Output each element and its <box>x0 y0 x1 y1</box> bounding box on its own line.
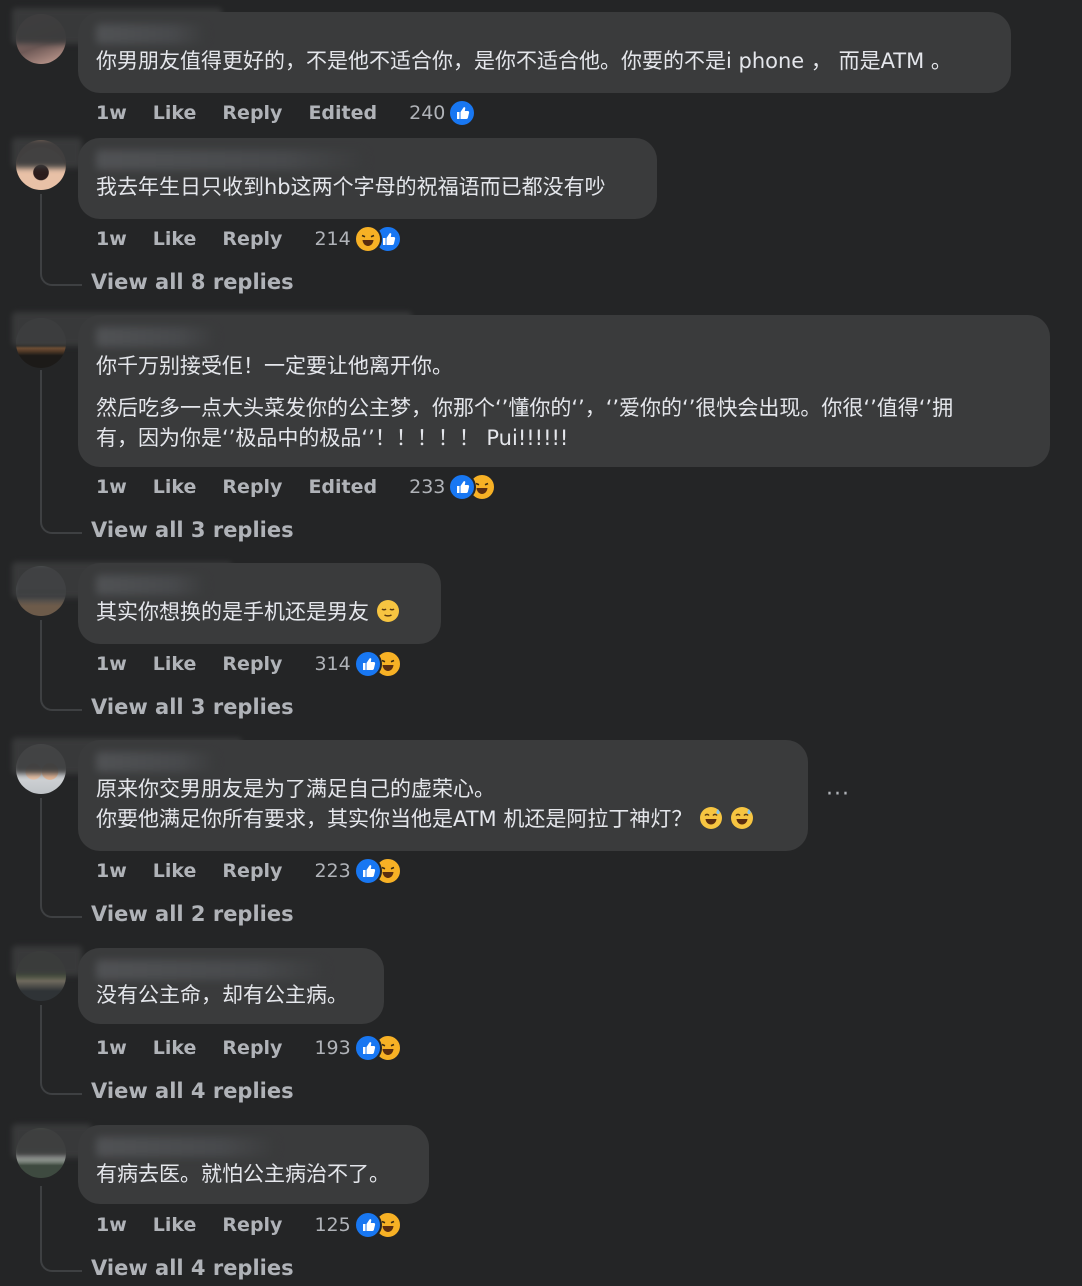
relieved-face-emoji-icon <box>376 599 400 623</box>
view-replies-link[interactable]: View all 3 replies <box>91 695 294 719</box>
view-replies-link[interactable]: View all 3 replies <box>91 518 294 542</box>
reaction-count[interactable]: 233 <box>409 476 445 498</box>
comment-bubble: 其实你想换的是手机还是男友 <box>78 563 441 644</box>
comment-text: 没有公主命，却有公主病。 <box>96 983 348 1007</box>
sweat-smile-emoji-icon <box>730 806 754 830</box>
comment-text-line-1: 你千万别接受佢！一定要让他离开你。 <box>96 354 453 378</box>
like-reaction-icon[interactable] <box>353 857 382 885</box>
comment-text-body: 你要他满足你所有要求，其实你当他是ATM 机还是阿拉丁神灯？ <box>96 807 693 831</box>
author-name-blurred[interactable] <box>96 327 216 347</box>
comment-text-line-1: 原来你交男朋友是为了满足自己的虚荣心。 <box>96 777 495 801</box>
reply-link[interactable]: Reply <box>222 476 282 498</box>
thread-connector <box>40 620 82 711</box>
haha-reaction-icon[interactable] <box>353 225 382 253</box>
thread-connector <box>40 194 82 286</box>
like-link[interactable]: Like <box>153 1037 197 1059</box>
like-link[interactable]: Like <box>153 860 197 882</box>
comment-bubble: 没有公主命，却有公主病。 <box>78 948 384 1024</box>
comment-text: 你男朋友值得更好的，不是他不适合你，是你不适合他。你要的不是i phone ， … <box>96 49 952 73</box>
comment-bubble: 你男朋友值得更好的，不是他不适合你，是你不适合他。你要的不是i phone ， … <box>78 12 1011 93</box>
author-name-blurred[interactable] <box>96 24 206 44</box>
view-replies-link[interactable]: View all 8 replies <box>91 270 294 294</box>
author-name-blurred[interactable] <box>96 1137 276 1157</box>
comment-text-line-2: 然后吃多一点大头菜发你的公主梦，你那个‘’懂你的‘’，‘’爱你的‘’很快会出现。… <box>96 396 954 420</box>
comment-bubble: 原来你交男朋友是为了满足自己的虚荣心。 你要他满足你所有要求，其实你当他是ATM… <box>78 740 808 851</box>
blurred-name-overlay <box>12 946 82 976</box>
comment-text: 其实你想换的是手机还是男友 <box>96 597 423 627</box>
timestamp[interactable]: 1w <box>96 476 127 498</box>
edited-label[interactable]: Edited <box>308 476 377 498</box>
timestamp[interactable]: 1w <box>96 102 127 124</box>
comment-actions: 1w Like Reply 314 <box>96 650 402 678</box>
reaction-count[interactable]: 193 <box>314 1037 350 1059</box>
like-link[interactable]: Like <box>153 228 197 250</box>
reaction-count[interactable]: 223 <box>314 860 350 882</box>
comment-actions: 1w Like Reply 193 <box>96 1034 402 1062</box>
timestamp[interactable]: 1w <box>96 1214 127 1236</box>
comment-text-body: 其实你想换的是手机还是男友 <box>96 600 369 624</box>
view-replies-link[interactable]: View all 4 replies <box>91 1079 294 1103</box>
timestamp[interactable]: 1w <box>96 228 127 250</box>
author-name-blurred[interactable] <box>96 960 326 980</box>
comment-actions: 1w Like Reply Edited 240 <box>96 99 477 127</box>
comment-text: 我去年生日只收到hb这两个字母的祝福语而已都没有吵 <box>96 175 606 199</box>
like-reaction-icon[interactable] <box>448 473 477 501</box>
comment-actions: 1w Like Reply Edited 233 <box>96 473 497 501</box>
thread-connector <box>40 1186 82 1272</box>
like-link[interactable]: Like <box>153 102 197 124</box>
comment-bubble: 你千万别接受佢！一定要让他离开你。 然后吃多一点大头菜发你的公主梦，你那个‘’懂… <box>78 315 1050 467</box>
author-name-blurred[interactable] <box>96 575 206 595</box>
comment-text-line-2: 你要他满足你所有要求，其实你当他是ATM 机还是阿拉丁神灯？ <box>96 804 790 834</box>
thread-connector <box>40 370 82 534</box>
reply-link[interactable]: Reply <box>222 860 282 882</box>
reaction-count[interactable]: 314 <box>314 653 350 675</box>
timestamp[interactable]: 1w <box>96 1037 127 1059</box>
like-reaction-icon[interactable] <box>353 1034 382 1062</box>
author-name-blurred[interactable] <box>96 752 216 772</box>
reaction-count[interactable]: 240 <box>409 102 445 124</box>
edited-label[interactable]: Edited <box>308 102 377 124</box>
view-replies-link[interactable]: View all 4 replies <box>91 1256 294 1280</box>
blurred-name-overlay <box>12 138 82 168</box>
like-link[interactable]: Like <box>153 476 197 498</box>
reaction-count[interactable]: 125 <box>314 1214 350 1236</box>
sweat-smile-emoji-icon <box>699 806 723 830</box>
comment-actions: 1w Like Reply 125 <box>96 1211 402 1239</box>
reaction-count[interactable]: 214 <box>314 228 350 250</box>
comment-bubble: 有病去医。就怕公主病治不了。 <box>78 1125 429 1204</box>
more-options-icon[interactable]: ··· <box>826 782 850 807</box>
author-name-blurred[interactable] <box>96 150 366 170</box>
timestamp[interactable]: 1w <box>96 860 127 882</box>
comment-actions: 1w Like Reply 214 <box>96 225 402 253</box>
thread-connector <box>40 798 82 918</box>
comment-actions: 1w Like Reply 223 <box>96 857 402 885</box>
reply-link[interactable]: Reply <box>222 102 282 124</box>
comment-text-line-3: 有，因为你是‘’极品中的极品‘’！！！！！ Pui!!!!!! <box>96 426 569 450</box>
comment-text: 有病去医。就怕公主病治不了。 <box>96 1162 390 1186</box>
like-link[interactable]: Like <box>153 1214 197 1236</box>
like-reaction-icon[interactable] <box>353 1211 382 1239</box>
reply-link[interactable]: Reply <box>222 1037 282 1059</box>
like-link[interactable]: Like <box>153 653 197 675</box>
reply-link[interactable]: Reply <box>222 1214 282 1236</box>
timestamp[interactable]: 1w <box>96 653 127 675</box>
thread-connector <box>40 1005 82 1095</box>
like-reaction-icon[interactable] <box>353 650 382 678</box>
reply-link[interactable]: Reply <box>222 228 282 250</box>
reply-link[interactable]: Reply <box>222 653 282 675</box>
view-replies-link[interactable]: View all 2 replies <box>91 902 294 926</box>
comment-bubble: 我去年生日只收到hb这两个字母的祝福语而已都没有吵 <box>78 138 657 219</box>
like-reaction-icon[interactable] <box>448 99 477 127</box>
